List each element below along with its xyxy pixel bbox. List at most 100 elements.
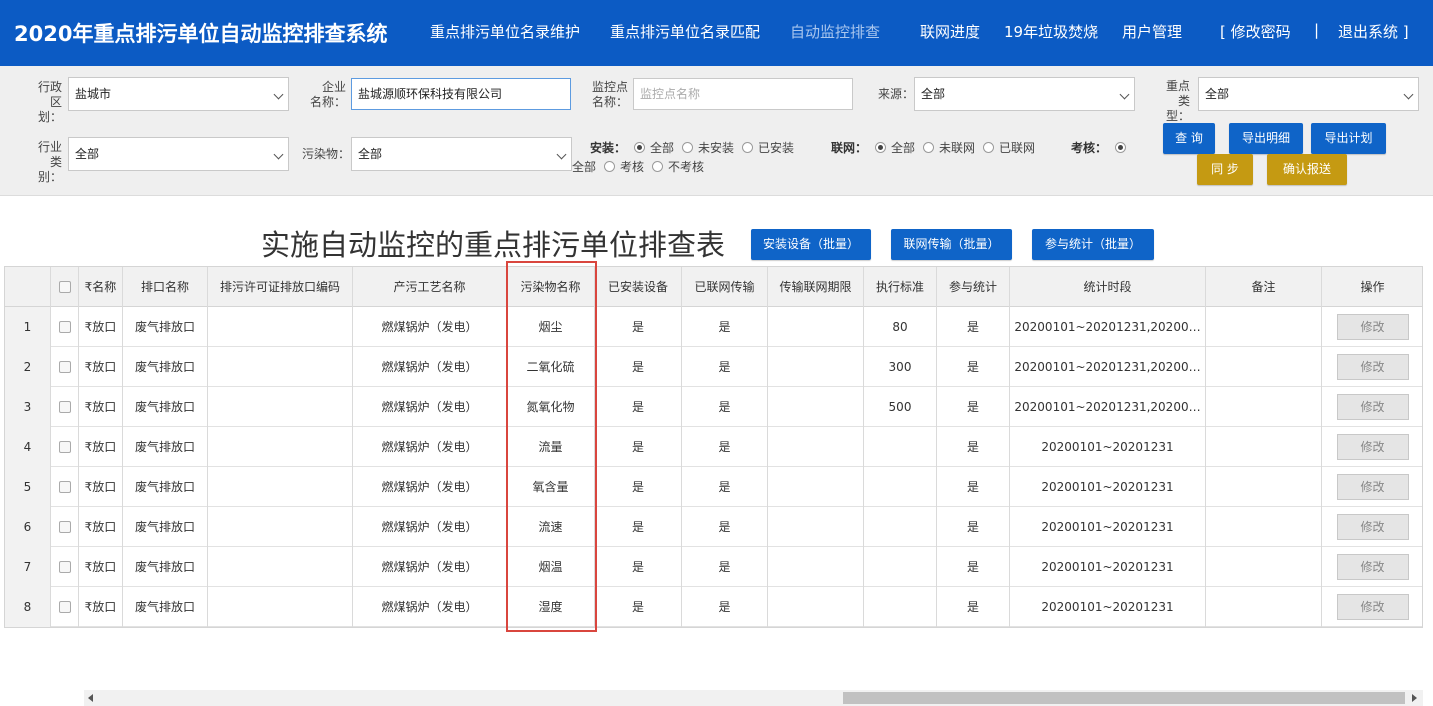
row-checkbox[interactable]: [58, 561, 71, 573]
cell-networked: 是: [682, 387, 768, 427]
nav-auto-monitor-check[interactable]: 自动监控排查: [790, 21, 880, 42]
table-row: 6 ₹放口 废气排放口 燃煤锅炉（发电） 流速是是是 20200101~20201231 修…: [5, 507, 1422, 547]
region-select[interactable]: 盐城市: [68, 77, 289, 111]
cell-operation: 修改: [1322, 507, 1422, 547]
horizontal-scrollbar[interactable]: [84, 690, 1423, 706]
cell-row-number: 4: [5, 427, 51, 467]
nav-company-directory[interactable]: 重点排污单位名录维护: [430, 21, 580, 42]
cell-remarks: [1206, 547, 1322, 587]
cell-outlet-name: 废气排放口: [123, 427, 208, 467]
header-process-name: 产污工艺名称: [353, 267, 507, 307]
table-row: 5 ₹放口 废气排放口 燃煤锅炉（发电） 氧含量是是是 20200101~20201231…: [5, 467, 1422, 507]
cell-statistics-period: 20200101~20201231: [1010, 467, 1206, 507]
cell-process-name: 燃煤锅炉（发电）: [353, 307, 507, 347]
cell-row-checkbox: [51, 347, 79, 387]
edit-button[interactable]: 修改: [1336, 314, 1409, 340]
network-none-radio[interactable]: [923, 142, 935, 153]
cell-permit-code: [208, 387, 353, 427]
query-button[interactable]: 查 询: [1163, 123, 1215, 154]
edit-button[interactable]: 修改: [1336, 394, 1409, 420]
cell-statistics-period: 20200101~20201231,20200…: [1010, 307, 1206, 347]
header-row-checkbox[interactable]: [51, 267, 79, 307]
cell-in-statistics: 是: [937, 507, 1010, 547]
nav-network-progress[interactable]: 联网进度: [920, 21, 980, 42]
cell-process-name: 燃煤锅炉（发电）: [353, 467, 507, 507]
scroll-thumb[interactable]: [843, 692, 1405, 704]
edit-button[interactable]: 修改: [1336, 514, 1409, 540]
cell-installed: 是: [595, 347, 682, 387]
edit-button[interactable]: 修改: [1336, 594, 1409, 620]
network-all-radio[interactable]: [875, 142, 887, 153]
row-checkbox[interactable]: [58, 441, 71, 453]
select-all-checkbox[interactable]: [58, 281, 71, 293]
cell-networked: 是: [682, 427, 768, 467]
pollutant-select[interactable]: 全部: [351, 137, 572, 171]
row-checkbox[interactable]: [58, 321, 71, 333]
nav-separator: |: [1314, 21, 1320, 39]
cell-network-deadline: [768, 467, 864, 507]
edit-button[interactable]: 修改: [1336, 554, 1409, 580]
batch-install-button[interactable]: 安装设备（批量）: [751, 229, 871, 260]
region-label: 行政 区划：: [37, 80, 62, 124]
cell-networked: 是: [682, 507, 768, 547]
monitor-point-input[interactable]: 监控点名称: [633, 78, 853, 110]
edit-button[interactable]: 修改: [1336, 354, 1409, 380]
export-detail-button[interactable]: 导出明细: [1229, 123, 1303, 154]
cell-outlet-short-name: ₹放口: [79, 467, 123, 507]
cell-process-name: 燃煤锅炉（发电）: [353, 427, 507, 467]
main-nav: 重点排污单位名录维护 重点排污单位名录匹配 自动监控排查 联网进度 19年垃圾焚…: [0, 21, 1433, 45]
row-checkbox[interactable]: [58, 521, 71, 533]
cell-outlet-short-name: ₹放口: [79, 347, 123, 387]
batch-network-button[interactable]: 联网传输（批量）: [891, 229, 1012, 260]
nav-directory-matching[interactable]: 重点排污单位名录匹配: [610, 21, 760, 42]
assess-no-radio[interactable]: [652, 161, 664, 172]
cell-outlet-short-name: ₹放口: [79, 547, 123, 587]
cell-outlet-name: 废气排放口: [123, 587, 208, 627]
install-done-radio[interactable]: [742, 142, 754, 153]
header-statistics-period: 统计时段: [1010, 267, 1206, 307]
cell-row-number: 5: [5, 467, 51, 507]
edit-button[interactable]: 修改: [1336, 474, 1409, 500]
header-standard: 执行标准: [864, 267, 937, 307]
cell-statistics-period: 20200101~20201231: [1010, 427, 1206, 467]
row-checkbox[interactable]: [58, 601, 71, 613]
batch-statistics-button[interactable]: 参与统计（批量）: [1032, 229, 1154, 260]
install-none-radio[interactable]: [682, 142, 694, 153]
assess-all-radio[interactable]: [1115, 142, 1127, 153]
table-row: 2 ₹放口 废气排放口 燃煤锅炉（发电） 二氧化硫是是 300 是 20200101~2020…: [5, 347, 1422, 387]
row-checkbox[interactable]: [58, 481, 71, 493]
cell-standard: [864, 587, 937, 627]
confirm-report-button[interactable]: 确认报送: [1267, 154, 1347, 185]
cell-standard: 300: [864, 347, 937, 387]
network-done-radio[interactable]: [983, 142, 995, 153]
nav-user-management[interactable]: 用户管理: [1122, 21, 1182, 42]
cell-outlet-short-name: ₹放口: [79, 587, 123, 627]
company-name-input[interactable]: 盐城源顺环保科技有限公司: [351, 78, 571, 110]
row-checkbox[interactable]: [58, 361, 71, 373]
network-radio-group: 联网： 全部 未联网 已联网: [831, 141, 1036, 155]
install-all-radio[interactable]: [634, 142, 646, 153]
source-select[interactable]: 全部: [914, 77, 1135, 111]
chevron-down-icon: [1119, 89, 1130, 100]
nav-logout[interactable]: 退出系统 ]: [1338, 21, 1409, 42]
header-remarks: 备注: [1206, 267, 1322, 307]
company-label: 企业 名称：: [310, 80, 347, 109]
edit-button[interactable]: 修改: [1336, 434, 1409, 460]
industry-select[interactable]: 全部: [68, 137, 289, 171]
export-plan-button[interactable]: 导出计划: [1311, 123, 1386, 154]
scroll-right-arrow-icon[interactable]: [1412, 694, 1417, 702]
cell-outlet-name: 废气排放口: [123, 387, 208, 427]
cell-networked: 是: [682, 547, 768, 587]
row-checkbox[interactable]: [58, 401, 71, 413]
assess-yes-radio[interactable]: [604, 161, 616, 172]
scroll-left-arrow-icon[interactable]: [88, 694, 93, 702]
cell-installed: 是: [595, 587, 682, 627]
sync-button[interactable]: 同 步: [1197, 154, 1253, 185]
cell-in-statistics: 是: [937, 587, 1010, 627]
source-label: 来源：: [877, 87, 914, 101]
cell-row-number: 8: [5, 587, 51, 627]
nav-change-password[interactable]: [ 修改密码: [1220, 21, 1291, 42]
key-type-select[interactable]: 全部: [1198, 77, 1419, 111]
cell-networked: 是: [682, 467, 768, 507]
nav-waste-incineration[interactable]: 19年垃圾焚烧: [1004, 21, 1098, 42]
